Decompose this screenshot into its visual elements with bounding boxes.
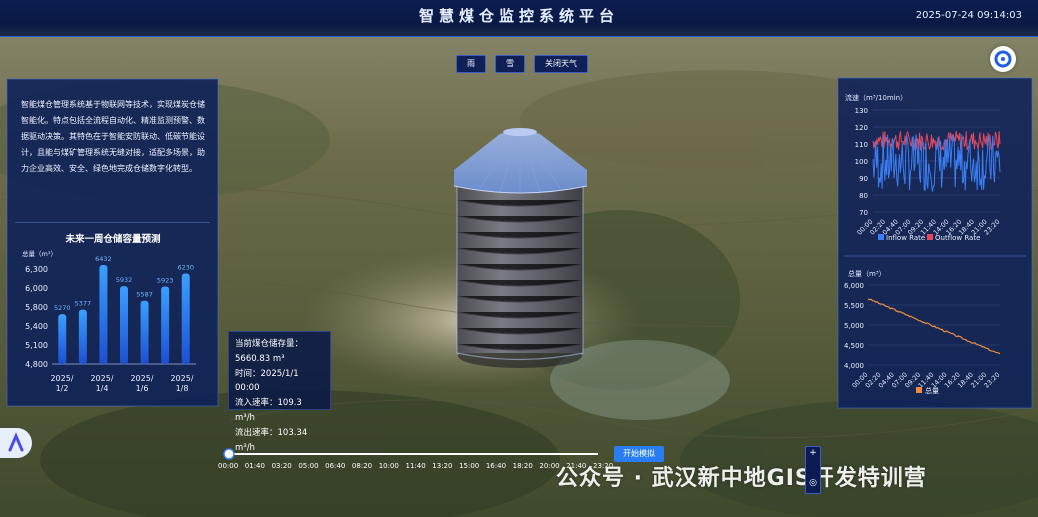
datetime-display: 2025-07-24 09:14:03 bbox=[915, 10, 1022, 21]
inflow-legend-label: Inflow Rate bbox=[886, 234, 925, 242]
close-weather-button[interactable]: 关闭天气 bbox=[534, 55, 588, 73]
storage-label: 当前煤仓储存量： bbox=[235, 339, 304, 349]
flow-y-tick: 70 bbox=[859, 209, 868, 217]
compass-icon[interactable]: ◎ bbox=[806, 477, 820, 489]
timeline-tick-label: 06:40 bbox=[325, 462, 346, 470]
flow-y-tick: 120 bbox=[855, 124, 868, 132]
inflow-readout: 流入速率：109.3 m³/h bbox=[235, 398, 302, 423]
flow-y-tick: 130 bbox=[855, 107, 868, 115]
zoom-control[interactable]: + ◎ bbox=[805, 446, 821, 494]
system-intro-text: 智能煤仓管理系统基于物联网等技术，实现煤炭仓储智能化。特点包括全流程自动化、精准… bbox=[21, 100, 205, 173]
storage-info-box: 当前煤仓储存量： 5660.83 m³ 时间：2025/1/1 00:00 流入… bbox=[228, 331, 331, 453]
coal-silo-model bbox=[453, 128, 588, 368]
assistant-icon[interactable] bbox=[990, 46, 1016, 72]
zoom-in-icon[interactable]: + bbox=[806, 447, 820, 459]
flow-chart-title: 流速（m³/10min） bbox=[845, 93, 907, 102]
total-legend-swatch bbox=[916, 387, 922, 393]
rain-button[interactable]: 雨 bbox=[456, 55, 486, 73]
timeline-tick-label: 10:00 bbox=[378, 462, 399, 470]
storage-value: 5660.83 m³ bbox=[235, 353, 285, 364]
outflow-readout: 流出速率：103.34 m³/h bbox=[235, 427, 308, 453]
total-y-tick: 6,000 bbox=[844, 282, 864, 290]
total-legend-label: 总量 bbox=[925, 386, 939, 395]
timeline-tick-label: 11:40 bbox=[405, 462, 426, 470]
timeline-ticks: 00:00 01:40 03:20 05:00 06:40 08:20 10:00 11:40… bbox=[218, 462, 613, 474]
snow-button[interactable]: 雪 bbox=[495, 55, 525, 73]
watermark-text: 公众号 · 武汉新中地GIS开发特训营 bbox=[556, 466, 927, 491]
divider bbox=[15, 222, 210, 223]
timeline-tick-label: 01:40 bbox=[244, 462, 265, 470]
timeline-tick-label: 16:40 bbox=[485, 462, 507, 470]
inflow-legend-swatch bbox=[878, 234, 884, 240]
total-y-tick: 5,500 bbox=[844, 302, 864, 310]
timeline-tick-label: 08:20 bbox=[351, 462, 373, 470]
timeline-tick-label: 13:20 bbox=[432, 462, 453, 470]
total-y-tick: 4,000 bbox=[844, 362, 864, 370]
flow-y-tick: 110 bbox=[855, 141, 868, 149]
flow-y-tick: 90 bbox=[859, 175, 868, 183]
time-readout: 时间：2025/1/1 00:00 bbox=[235, 368, 299, 394]
total-y-tick: 5,000 bbox=[844, 322, 864, 330]
left-info-panel: 智能煤仓管理系统基于物联网等技术，实现煤炭仓储智能化。特点包括全流程自动化、精准… bbox=[7, 79, 218, 406]
ai-assistant-icon[interactable] bbox=[0, 428, 32, 458]
timeline-handle[interactable] bbox=[223, 448, 235, 460]
outflow-legend-swatch bbox=[927, 234, 933, 240]
weather-controls: 雨 雪 关闭天气 bbox=[456, 55, 588, 73]
page-title: 智慧煤仓监控系统平台 bbox=[418, 7, 619, 25]
flow-y-tick: 80 bbox=[859, 192, 868, 200]
timeline-tick-label: 05:00 bbox=[298, 462, 319, 470]
timeline-tick-label: 18:20 bbox=[512, 462, 533, 470]
outflow-legend-label: Outflow Rate bbox=[935, 234, 980, 242]
timeline-tick-label: 03:20 bbox=[271, 462, 292, 470]
header-bar: 智慧煤仓监控系统平台 2025-07-24 09:14:03 bbox=[0, 0, 1038, 37]
flow-y-tick: 100 bbox=[855, 158, 868, 166]
total-y-tick: 4,500 bbox=[844, 342, 864, 350]
timeline-tick-label: 15:00 bbox=[459, 462, 480, 470]
forecast-chart-title: 未来一周仓储容量预测 bbox=[65, 234, 161, 245]
timeline-tick-label: 00:00 bbox=[218, 462, 239, 470]
total-chart-title: 总量（m³） bbox=[848, 269, 886, 278]
